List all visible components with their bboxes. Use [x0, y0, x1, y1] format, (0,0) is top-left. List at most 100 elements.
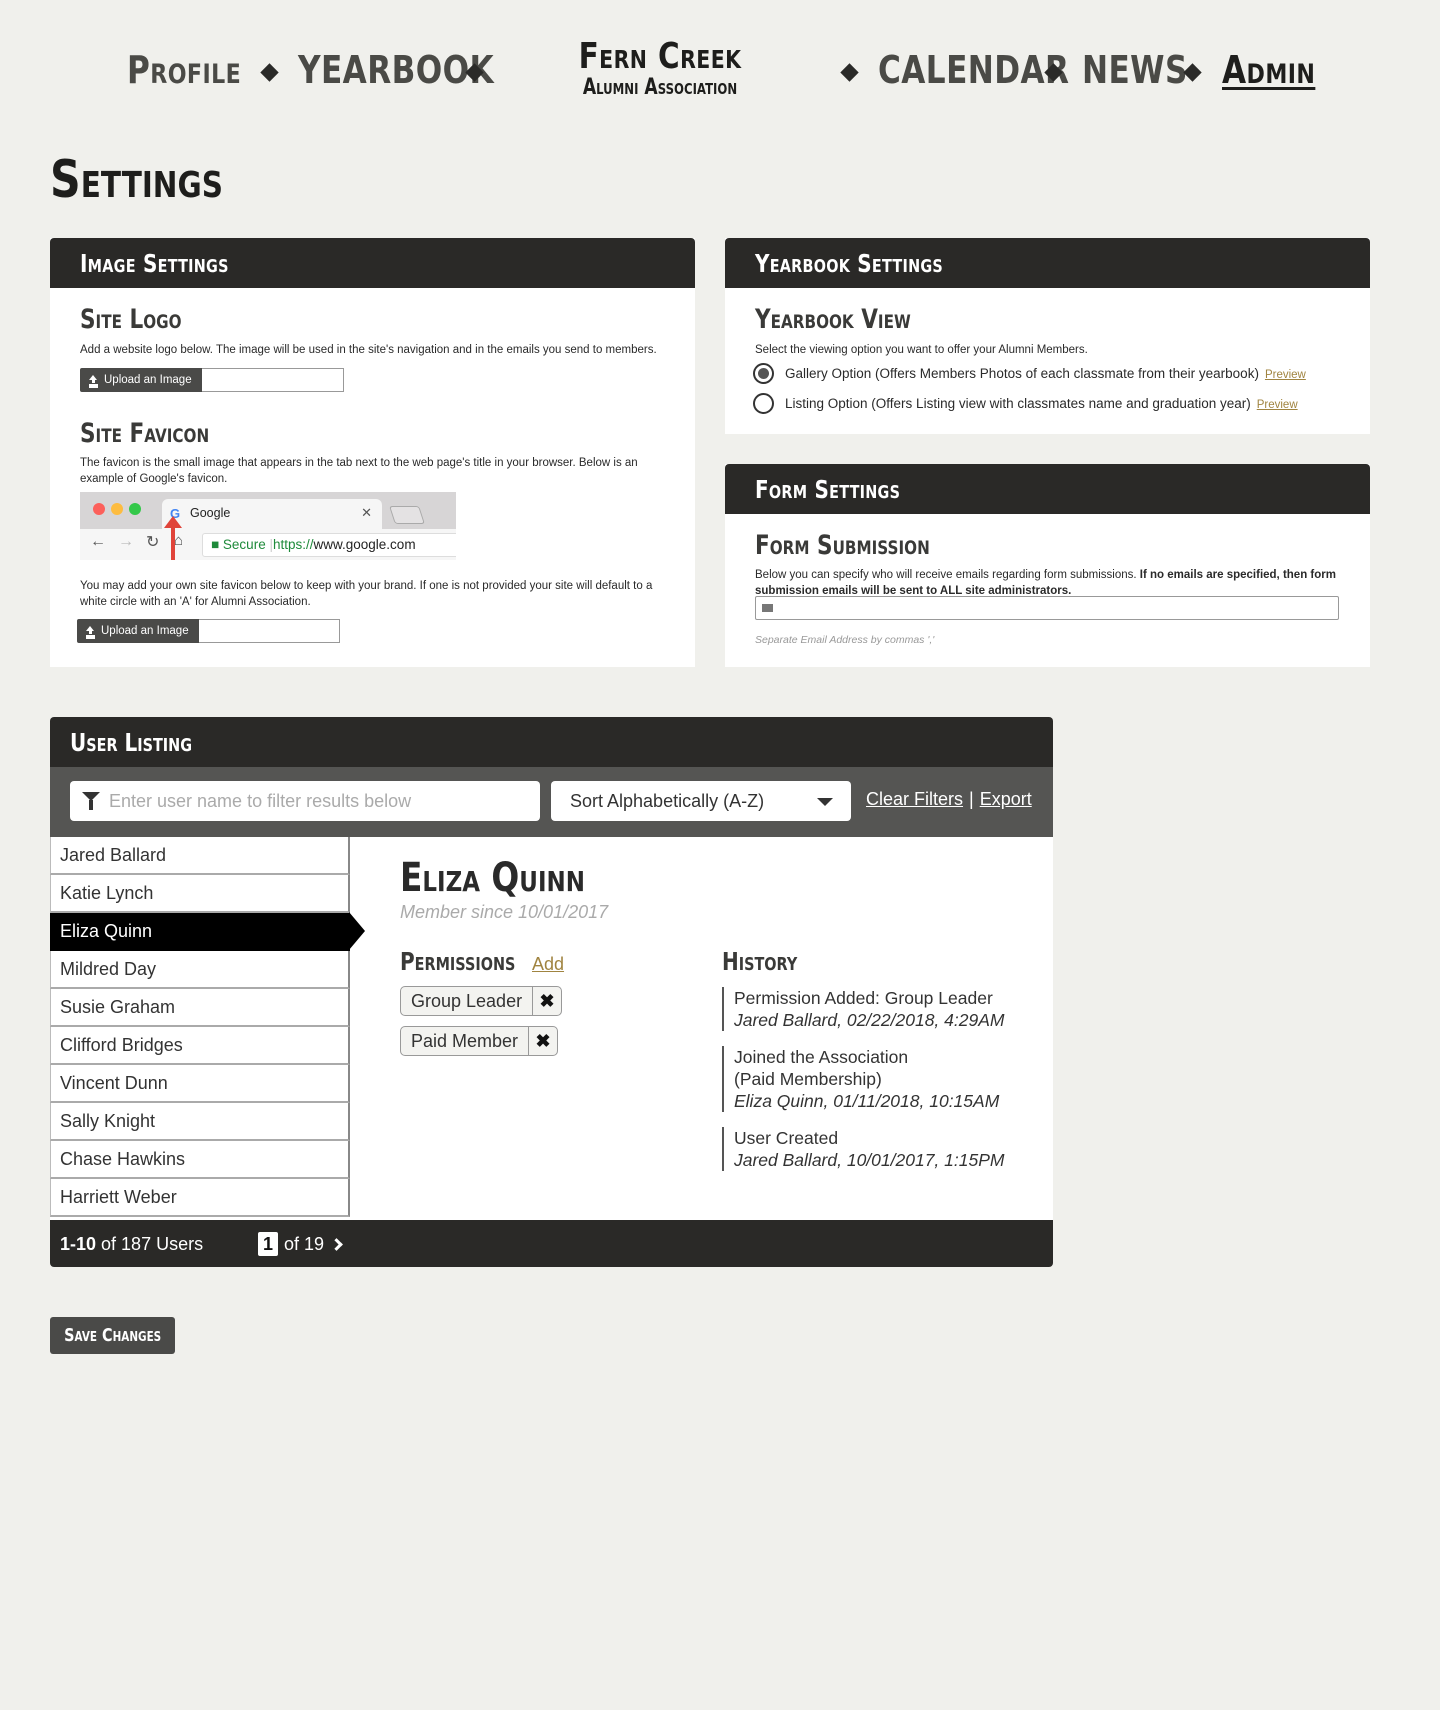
upload-icon: [88, 374, 98, 386]
favicon-example-image: G Google ✕ ← → ↻ ⌂ ■ Secure |https://www…: [80, 492, 456, 560]
chevron-right-icon[interactable]: [330, 1237, 343, 1251]
minimize-dot: [111, 503, 123, 515]
browser-tab: G Google ✕: [162, 499, 382, 529]
remove-permission-icon[interactable]: ✖: [529, 1031, 557, 1052]
history-event: User Created: [734, 1128, 839, 1148]
panel-title: User Listing: [70, 727, 193, 757]
history-author: Eliza Quinn, 01/11/2018, 10:15AM: [734, 1091, 1000, 1111]
upload-button[interactable]: Upload an Image: [77, 619, 199, 643]
history-author: Jared Ballard, 10/01/2017, 1:15PM: [734, 1150, 1005, 1170]
top-navigation: Profile YEARBOOK Fern Creek Alumni Assoc…: [0, 0, 1440, 150]
permission-label: Paid Member: [401, 1027, 530, 1055]
browser-toolbar: ← → ↻ ⌂ ■ Secure |https://www.google.com: [80, 529, 456, 560]
history-author: Jared Ballard, 02/22/2018, 4:29AM: [734, 1010, 1005, 1030]
upload-label: Upload an Image: [101, 625, 189, 637]
gallery-preview-link[interactable]: Preview: [1265, 369, 1306, 381]
panel-header: Form Settings: [725, 464, 1370, 514]
gallery-option[interactable]: Gallery Option (Offers Members Photos of…: [785, 366, 1306, 381]
panel-header: User Listing: [50, 717, 1053, 767]
total-pages: of 19: [284, 1233, 325, 1254]
page-title: Settings: [50, 150, 224, 210]
listing-preview-link[interactable]: Preview: [1257, 399, 1298, 411]
listing-option-radio[interactable]: [753, 393, 774, 414]
maximize-dot: [129, 503, 141, 515]
user-detail: Eliza Quinn Member since 10/01/2017 Perm…: [350, 837, 1053, 1220]
save-changes-button[interactable]: Save Changes: [50, 1317, 175, 1354]
panel-title: Yearbook Settings: [755, 248, 944, 278]
user-listing-footer: 1-10 of 187 Users 1 of 19: [50, 1220, 1053, 1267]
user-list-item[interactable]: Susie Graham: [50, 989, 350, 1027]
history-event: Permission Added: Group Leader: [734, 988, 993, 1008]
nav-news[interactable]: NEWS: [1082, 48, 1188, 92]
results-range: 1-10: [60, 1234, 97, 1254]
browser-tab-label: Google: [190, 506, 231, 520]
email-helper-text: Separate Email Address by commas ',': [755, 634, 935, 646]
notification-email-field[interactable]: [755, 596, 1339, 620]
chevron-down-icon: [817, 798, 833, 806]
secure-label: Secure: [222, 537, 266, 552]
user-list-item[interactable]: Katie Lynch: [50, 875, 350, 913]
nav-yearbook[interactable]: YEARBOOK: [298, 48, 494, 92]
permission-label: Group Leader: [401, 987, 534, 1015]
panel-header: Yearbook Settings: [725, 238, 1370, 288]
logo-upload[interactable]: Upload an Image: [80, 368, 344, 392]
user-list-item[interactable]: Clifford Bridges: [50, 1027, 350, 1065]
user-list-item[interactable]: Mildred Day: [50, 951, 350, 989]
current-page[interactable]: 1: [258, 1232, 279, 1256]
nav-separator: [840, 63, 859, 82]
form-description-text: Below you can specify who will receive e…: [755, 569, 1140, 581]
user-list-item[interactable]: Sally Knight: [50, 1103, 350, 1141]
site-logo-heading: Site Logo: [80, 304, 182, 335]
clear-filters-link[interactable]: Clear Filters: [866, 789, 963, 809]
member-since: Member since 10/01/2017: [400, 902, 609, 922]
history-event: Joined the Association: [734, 1047, 909, 1067]
user-list-item[interactable]: Chase Hawkins: [50, 1141, 350, 1179]
pagination: 1 of 19: [258, 1232, 343, 1256]
add-permission-link[interactable]: Add: [532, 954, 564, 975]
user-list: Jared Ballard Katie Lynch Eliza Quinn Mi…: [50, 837, 365, 1217]
browser-address-bar: ■ Secure |https://www.google.com: [202, 533, 456, 557]
site-logo-description: Add a website logo below. The image will…: [80, 344, 657, 356]
upload-label: Upload an Image: [104, 374, 192, 386]
export-link[interactable]: Export: [980, 789, 1032, 809]
history-entry: Permission Added: Group Leader Jared Bal…: [722, 987, 1004, 1031]
image-settings-panel: Image Settings Site Logo Add a website l…: [50, 238, 695, 667]
lock-icon: ■: [211, 537, 220, 552]
results-count: 1-10 of 187 Users: [60, 1234, 203, 1255]
brand-logo[interactable]: Fern Creek Alumni Association: [540, 36, 780, 100]
panel-title: Form Settings: [755, 474, 901, 504]
history-heading: History: [722, 947, 798, 976]
form-submission-heading: Form Submission: [755, 530, 930, 561]
nav-calendar[interactable]: CALENDAR: [878, 48, 1069, 92]
user-filter-input[interactable]: Enter user name to filter results below: [70, 781, 540, 821]
filter-icon: [82, 792, 100, 810]
link-divider: |: [969, 789, 974, 809]
user-listing-panel: User Listing Enter user name to filter r…: [50, 717, 1053, 1267]
permission-tag: Group Leader ✖: [400, 986, 563, 1016]
upload-filename-field[interactable]: [198, 619, 340, 643]
permissions-heading: Permissions: [400, 947, 516, 976]
yearbook-view-heading: Yearbook View: [755, 304, 911, 335]
listing-option-label: Listing Option (Offers Listing view with…: [785, 396, 1251, 411]
back-icon: ←: [90, 533, 106, 550]
history-event-detail: (Paid Membership): [734, 1069, 882, 1089]
upload-button[interactable]: Upload an Image: [80, 368, 202, 392]
reload-icon: ↻: [146, 534, 160, 551]
nav-admin[interactable]: Admin: [1222, 48, 1315, 92]
nav-profile[interactable]: Profile: [127, 48, 241, 92]
results-total: of 187 Users: [96, 1234, 204, 1254]
favicon-upload[interactable]: Upload an Image: [77, 619, 340, 643]
url-host: www.google.com: [313, 537, 416, 552]
close-dot: [93, 503, 105, 515]
user-list-item-selected[interactable]: Eliza Quinn: [50, 912, 365, 951]
upload-filename-field[interactable]: [201, 368, 344, 392]
user-list-item[interactable]: Jared Ballard: [50, 837, 350, 875]
gallery-option-label: Gallery Option (Offers Members Photos of…: [785, 366, 1259, 381]
user-list-item[interactable]: Vincent Dunn: [50, 1065, 350, 1103]
gallery-option-radio[interactable]: [753, 363, 774, 384]
filter-actions: Clear Filters | Export: [866, 789, 1032, 810]
sort-dropdown[interactable]: Sort Alphabetically (A-Z): [551, 781, 851, 821]
listing-option[interactable]: Listing Option (Offers Listing view with…: [785, 396, 1298, 411]
remove-permission-icon[interactable]: ✖: [533, 991, 561, 1012]
user-list-item[interactable]: Harriett Weber: [50, 1179, 350, 1217]
